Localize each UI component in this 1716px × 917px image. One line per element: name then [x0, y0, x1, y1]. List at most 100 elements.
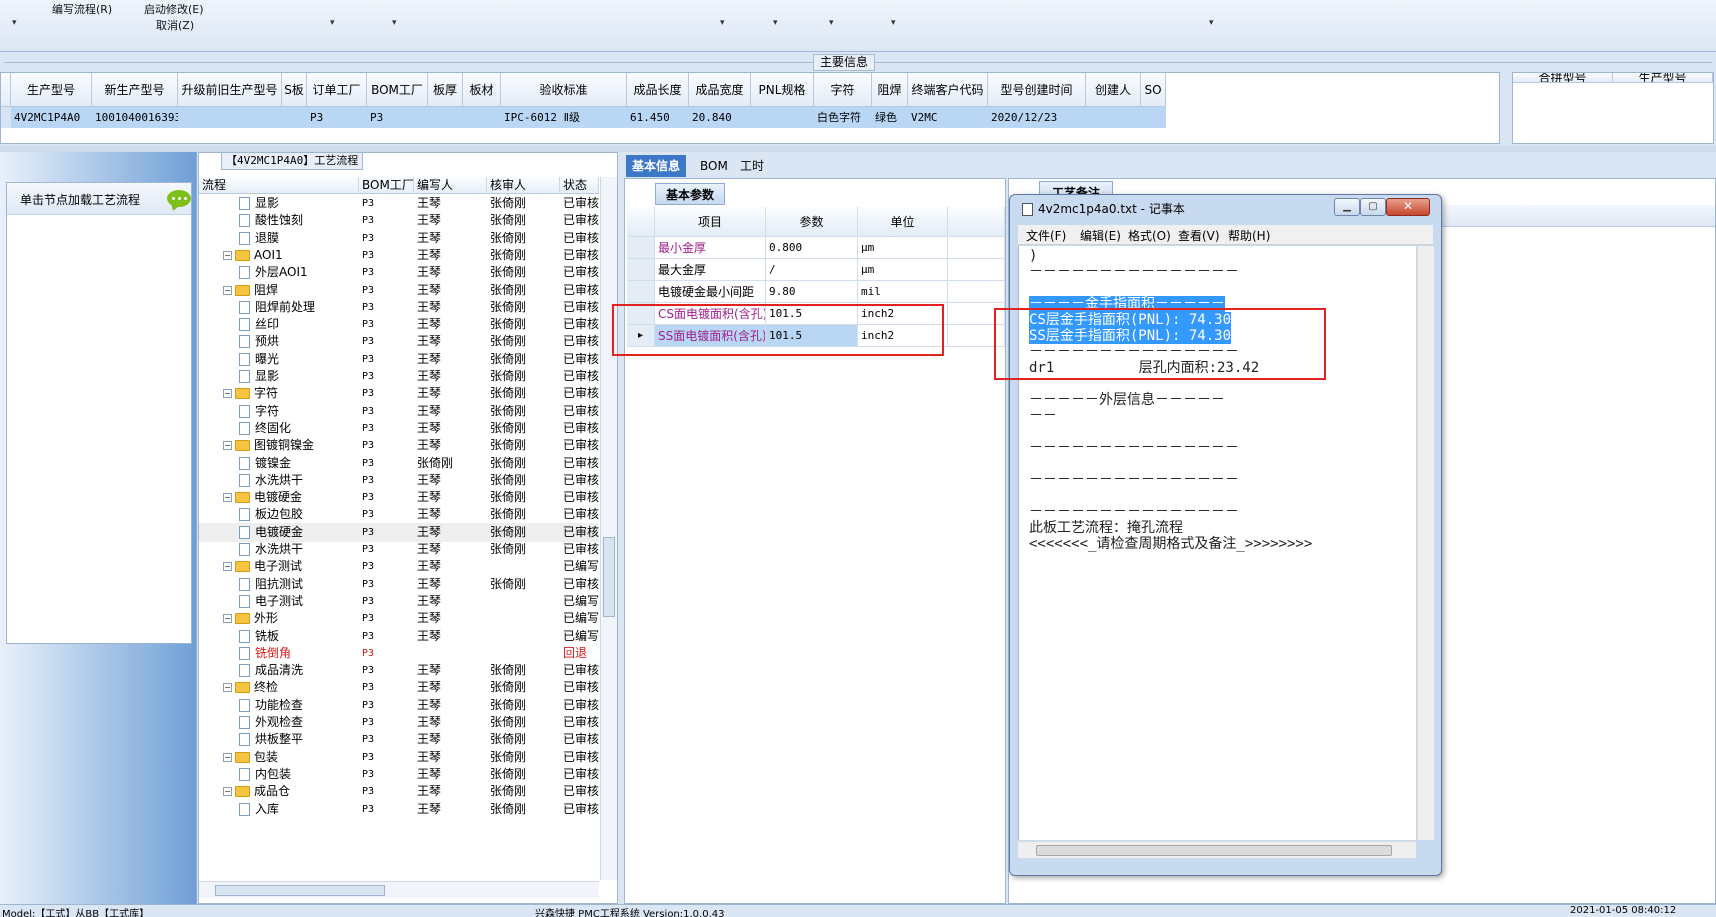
notepad-menu-item[interactable]: 文件(F): [1026, 227, 1066, 244]
tree-row[interactable]: 显影 P3 王琴 张倚刚 已审核: [199, 367, 599, 386]
grid-cell[interactable]: [282, 107, 307, 128]
grid-header-cell[interactable]: BOM工厂: [367, 73, 428, 107]
grid-header-cell[interactable]: 成品长度: [627, 73, 689, 107]
tree-row[interactable]: − 字符 P3 王琴 张倚刚 已审核: [199, 384, 599, 403]
scroll-thumb[interactable]: [603, 537, 615, 617]
row-indicator[interactable]: [627, 259, 655, 281]
grid-cell[interactable]: [1141, 107, 1166, 128]
tree-row[interactable]: 水洗烘干 P3 王琴 张倚刚 已审核: [199, 471, 599, 490]
maximize-button[interactable]: ▢: [1360, 198, 1386, 216]
tree-row[interactable]: 外层AOI1 P3 王琴 张倚刚 已审核: [199, 263, 599, 282]
tree-row[interactable]: − 成品仓 P3 王琴 张倚刚 已审核: [199, 782, 599, 801]
col-header-flow[interactable]: 流程: [199, 177, 359, 194]
grid-cell[interactable]: [463, 107, 501, 128]
tree-row[interactable]: 终固化 P3 王琴 张倚刚 已审核: [199, 419, 599, 438]
tree-row[interactable]: 水洗烘干 P3 王琴 张倚刚 已审核: [199, 540, 599, 559]
tree-row[interactable]: 阻焊前处理 P3 王琴 张倚刚 已审核: [199, 298, 599, 317]
grid-cell[interactable]: P3: [367, 107, 428, 128]
tree-row[interactable]: 内包装 P3 王琴 张倚刚 已审核: [199, 765, 599, 784]
cancel-button[interactable]: 取消(Z): [156, 17, 194, 33]
grid-cell[interactable]: 61.450: [627, 107, 689, 128]
grid-header-cell[interactable]: 生产型号: [11, 73, 92, 107]
scroll-thumb[interactable]: [1036, 845, 1392, 856]
collapse-icon[interactable]: −: [223, 614, 232, 624]
tree-row[interactable]: 显影 P3 王琴 张倚刚 已审核: [199, 194, 599, 213]
tree-horizontal-scrollbar[interactable]: [199, 881, 599, 898]
grid-cell[interactable]: [178, 107, 282, 128]
ribbon-dropdown-icon[interactable]: ▾: [891, 18, 896, 28]
grid-cell[interactable]: 20.840: [689, 107, 751, 128]
ribbon-dropdown-icon[interactable]: ▾: [1209, 18, 1214, 28]
ribbon-dropdown-icon[interactable]: ▾: [392, 18, 397, 28]
tree-row[interactable]: − 电子测试 P3 王琴 已编写: [199, 557, 599, 576]
param-value[interactable]: 9.80: [766, 281, 858, 303]
collapse-icon[interactable]: −: [223, 389, 232, 399]
merge-grid-header-production-model[interactable]: 生产型号: [1613, 73, 1713, 83]
grid-header-cell[interactable]: 订单工厂: [307, 73, 367, 107]
grid-header-cell[interactable]: 板材: [463, 73, 501, 107]
ribbon-dropdown-icon[interactable]: ▾: [829, 18, 834, 28]
tree-row[interactable]: − 终检 P3 王琴 张倚刚 已审核: [199, 678, 599, 697]
grid-header-cell[interactable]: SO: [1141, 73, 1166, 107]
collapse-icon[interactable]: −: [223, 683, 232, 693]
param-value[interactable]: 0.800: [766, 237, 858, 259]
collapse-icon[interactable]: −: [223, 441, 232, 451]
col-header-bom-factory[interactable]: BOM工厂: [359, 177, 414, 194]
param-col-header-value[interactable]: 参数: [766, 207, 858, 237]
grid-cell[interactable]: 绿色: [872, 107, 908, 128]
notepad-vertical-scrollbar[interactable]: [1417, 246, 1434, 840]
param-unit[interactable]: mil: [858, 281, 948, 303]
notepad-menu-item[interactable]: 查看(V): [1178, 227, 1220, 244]
param-unit[interactable]: μm: [858, 237, 948, 259]
grid-cell[interactable]: [1086, 107, 1141, 128]
param-item[interactable]: 最大金厚: [655, 259, 766, 281]
param-col-header-unit[interactable]: 单位: [858, 207, 948, 237]
row-indicator[interactable]: [627, 237, 655, 259]
tab-bom[interactable]: BOM: [694, 155, 734, 177]
param-item[interactable]: 最小金厚: [655, 237, 766, 259]
grid-cell[interactable]: IPC-6012 Ⅱ级: [501, 107, 627, 128]
tab-work-hours[interactable]: 工时: [734, 155, 770, 177]
notepad-window[interactable]: 4v2mc1p4a0.txt - 记事本 ▁ ▢ ✕ 文件(F) 编辑(E) 格式(…: [1009, 194, 1442, 876]
tree-row[interactable]: − AOI1 P3 王琴 张倚刚 已审核: [199, 246, 599, 265]
tree-vertical-scrollbar[interactable]: [600, 177, 617, 880]
grid-header-cell[interactable]: 成品宽度: [689, 73, 751, 107]
grid-cell[interactable]: [751, 107, 814, 128]
collapse-icon[interactable]: −: [223, 562, 232, 572]
notepad-horizontal-scrollbar[interactable]: [1018, 841, 1416, 858]
grid-cell[interactable]: V2MC: [908, 107, 988, 128]
ribbon-dropdown-icon[interactable]: ▾: [773, 18, 778, 28]
param-value[interactable]: /: [766, 259, 858, 281]
collapse-icon[interactable]: −: [223, 752, 232, 762]
close-button[interactable]: ✕: [1386, 198, 1430, 216]
col-header-status[interactable]: 状态: [560, 177, 599, 194]
tree-row[interactable]: 成品清洗 P3 王琴 张倚刚 已审核: [199, 661, 599, 680]
grid-header-cell[interactable]: 验收标准: [501, 73, 627, 107]
grid-cell[interactable]: 4V2MC1P4A0: [11, 107, 92, 128]
tree-row[interactable]: − 图镀铜镍金 P3 王琴 张倚刚 已审核: [199, 436, 599, 455]
collapse-icon[interactable]: −: [223, 493, 232, 503]
tree-row[interactable]: 铣板 P3 王琴 已编写: [199, 627, 599, 646]
merge-grid-header-merge-model[interactable]: 合拼型号: [1513, 73, 1613, 83]
tree-row[interactable]: 字符 P3 王琴 张倚刚 已审核: [199, 402, 599, 421]
param-col-header-item[interactable]: 项目: [655, 207, 766, 237]
col-header-reviewer[interactable]: 核审人: [487, 177, 560, 194]
grid-header-cell[interactable]: 新生产型号: [92, 73, 178, 107]
tree-row[interactable]: 酸性蚀刻 P3 王琴 张倚刚 已审核: [199, 211, 599, 230]
tree-row[interactable]: 镀镍金 P3 张倚刚 张倚刚 已审核: [199, 454, 599, 473]
col-header-writer[interactable]: 编写人: [414, 177, 487, 194]
grid-header-cell[interactable]: 创建人: [1086, 73, 1141, 107]
grid-cell[interactable]: 10010400163937: [92, 107, 178, 128]
grid-cell[interactable]: 白色字符: [814, 107, 872, 128]
tree-row[interactable]: − 包装 P3 王琴 张倚刚 已审核: [199, 748, 599, 767]
ribbon-dropdown-icon[interactable]: ▾: [330, 18, 335, 28]
tab-basic-info[interactable]: 基本信息: [626, 155, 687, 177]
grid-header-cell[interactable]: PNL规格: [751, 73, 814, 107]
grid-header-cell[interactable]: 升级前旧生产型号: [178, 73, 282, 107]
tree-row[interactable]: 阻抗测试 P3 王琴 张倚刚 已审核: [199, 575, 599, 594]
grid-header-cell[interactable]: 型号创建时间: [988, 73, 1086, 107]
tree-row[interactable]: 曝光 P3 王琴 张倚刚 已审核: [199, 350, 599, 369]
collapse-icon[interactable]: −: [223, 787, 232, 797]
grid-header-cell[interactable]: 字符: [814, 73, 872, 107]
notepad-titlebar[interactable]: 4v2mc1p4a0.txt - 记事本: [1022, 200, 1185, 217]
